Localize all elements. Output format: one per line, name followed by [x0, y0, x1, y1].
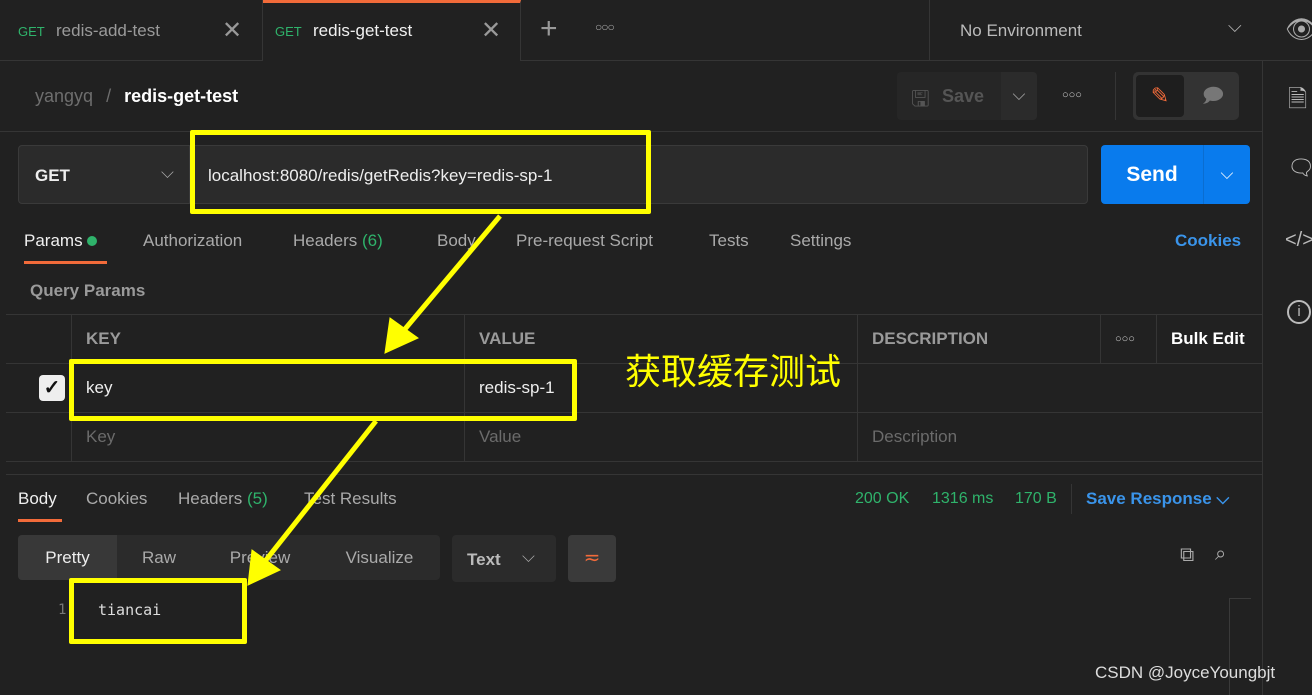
annotation-arrows: [247, 214, 502, 586]
arrow-url-to-param: [384, 214, 502, 354]
arrow-param-to-result: [247, 419, 378, 586]
